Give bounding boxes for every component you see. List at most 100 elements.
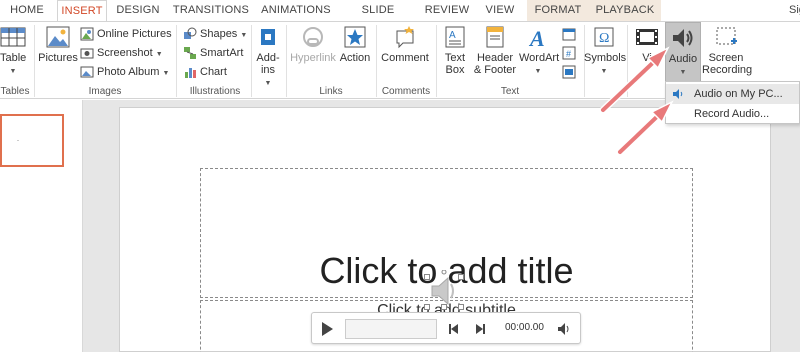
online-pictures-button[interactable]: Online Pictures <box>80 25 172 43</box>
speaker-icon <box>673 89 683 99</box>
table-button[interactable]: Table ▼ <box>0 25 26 78</box>
svg-text:A: A <box>449 30 456 41</box>
omega-icon: Ω <box>594 27 614 47</box>
tab-transitions[interactable]: TRANSITIONS <box>172 0 250 21</box>
chevron-down-icon: ▼ <box>240 32 248 39</box>
slide-number-icon: # <box>562 46 576 60</box>
resize-handle[interactable] <box>424 274 430 280</box>
chart-label: Chart <box>200 66 227 78</box>
group-divider <box>176 25 177 97</box>
wordart-icon: A <box>528 26 545 49</box>
screenshot-label: Screenshot <box>97 47 153 59</box>
pictures-button[interactable]: Pictures <box>38 25 78 64</box>
online-pictures-icon <box>80 27 94 41</box>
group-label-images: Images <box>88 86 122 97</box>
tab-review[interactable]: REVIEW <box>422 0 472 21</box>
date-time-button[interactable] <box>562 25 579 43</box>
chevron-down-icon: ▼ <box>9 68 17 75</box>
group-divider <box>376 25 377 97</box>
skip-forward-icon[interactable] <box>474 323 486 335</box>
photo-album-icon <box>80 66 94 78</box>
audio-time-readout: 00:00.00 <box>505 322 544 333</box>
screen-recording-icon <box>716 27 737 45</box>
resize-handle[interactable] <box>458 304 464 310</box>
group-divider <box>436 25 437 97</box>
text-box-label-1: Text <box>444 52 466 64</box>
chevron-down-icon: ▼ <box>600 68 608 75</box>
group-divider <box>627 25 628 97</box>
audio-progress-bar[interactable] <box>345 319 437 339</box>
chevron-down-icon: ▼ <box>264 80 272 87</box>
header-footer-label-2: & Footer <box>473 64 517 76</box>
group-label-comments: Comments <box>381 86 431 97</box>
svg-text:A: A <box>528 26 545 49</box>
comment-label: Comment <box>381 52 429 64</box>
star-icon <box>344 26 366 48</box>
screenshot-button[interactable]: Screenshot ▼ <box>80 44 163 62</box>
tab-format[interactable]: FORMAT <box>527 0 589 21</box>
tab-design[interactable]: DESIGN <box>112 0 164 21</box>
group-label-links: Links <box>319 86 343 97</box>
slide-number-button[interactable]: # <box>562 44 579 62</box>
shapes-button[interactable]: Shapes ▼ <box>183 25 247 43</box>
group-label-illustrations: Illustrations <box>189 86 241 97</box>
wordart-button[interactable]: A WordArt ▼ <box>519 25 559 78</box>
tab-animations[interactable]: ANIMATIONS <box>258 0 334 21</box>
text-box-button[interactable]: A Text Box <box>440 25 470 76</box>
resize-handle[interactable] <box>458 274 464 280</box>
resize-handle[interactable] <box>424 304 430 310</box>
audio-label: Audio <box>668 53 698 65</box>
audio-player-bar: 00:00.00 <box>311 312 581 344</box>
add-ins-button[interactable]: Add-ins ▼ <box>253 25 283 90</box>
screen-recording-button[interactable]: Screen Recording <box>702 25 753 76</box>
action-label: Action <box>339 52 371 64</box>
add-ins-label: Add-ins <box>256 52 280 76</box>
menu-item-record-audio[interactable]: Record Audio... <box>666 104 799 124</box>
pictures-label: Pictures <box>38 52 78 64</box>
chart-button[interactable]: Chart <box>183 63 227 81</box>
smartart-button[interactable]: SmartArt <box>183 44 243 62</box>
screen-recording-label-2: Recording <box>702 64 753 76</box>
resize-handle[interactable] <box>441 304 447 310</box>
hyperlink-button[interactable]: Hyperlink <box>289 25 337 64</box>
group-divider <box>34 25 35 97</box>
text-box-icon: A <box>445 26 465 48</box>
group-label-text: Text <box>500 86 520 97</box>
header-footer-button[interactable]: Header & Footer <box>472 25 518 76</box>
object-icon <box>562 65 576 79</box>
symbols-button[interactable]: Ω Symbols ▼ <box>584 25 626 78</box>
tab-slide-show[interactable]: SLIDE SHOW <box>343 0 413 37</box>
video-button[interactable]: Vi <box>632 25 662 64</box>
tab-playback[interactable]: PLAYBACK <box>589 0 661 21</box>
header-footer-icon <box>486 26 504 48</box>
photo-album-button[interactable]: Photo Album ▼ <box>80 63 169 81</box>
audio-object[interactable] <box>424 269 464 310</box>
object-button[interactable] <box>562 63 579 81</box>
calendar-icon <box>562 28 576 41</box>
comment-button[interactable]: Comment <box>380 25 430 64</box>
menu-item-audio-on-my-pc[interactable]: Audio on My PC... <box>666 84 799 104</box>
svg-text:Ω: Ω <box>599 31 609 46</box>
group-label-tables: Tables <box>0 86 30 97</box>
group-divider <box>286 25 287 97</box>
chevron-down-icon: ▼ <box>162 70 170 77</box>
play-icon[interactable] <box>320 321 334 337</box>
tab-home[interactable]: HOME <box>0 0 54 21</box>
chevron-down-icon: ▼ <box>155 51 163 58</box>
comment-icon <box>396 26 414 49</box>
pictures-icon <box>46 26 70 48</box>
photo-album-label: Photo Album <box>97 66 160 78</box>
header-footer-label-1: Header <box>476 52 514 64</box>
table-label: Table <box>0 52 27 64</box>
tab-insert[interactable]: INSERT <box>57 0 107 22</box>
group-divider <box>251 25 252 97</box>
menu-item-label: Record Audio... <box>694 108 770 120</box>
sign-in-link[interactable]: Sig <box>789 0 800 21</box>
online-pictures-label: Online Pictures <box>97 28 172 40</box>
action-button[interactable]: Action <box>338 25 372 64</box>
slide-thumbnail[interactable] <box>0 114 64 167</box>
slide-thumbnails-pane <box>0 100 83 352</box>
skip-back-icon[interactable] <box>448 323 460 335</box>
volume-icon[interactable] <box>557 322 571 336</box>
tab-view[interactable]: VIEW <box>480 0 520 21</box>
